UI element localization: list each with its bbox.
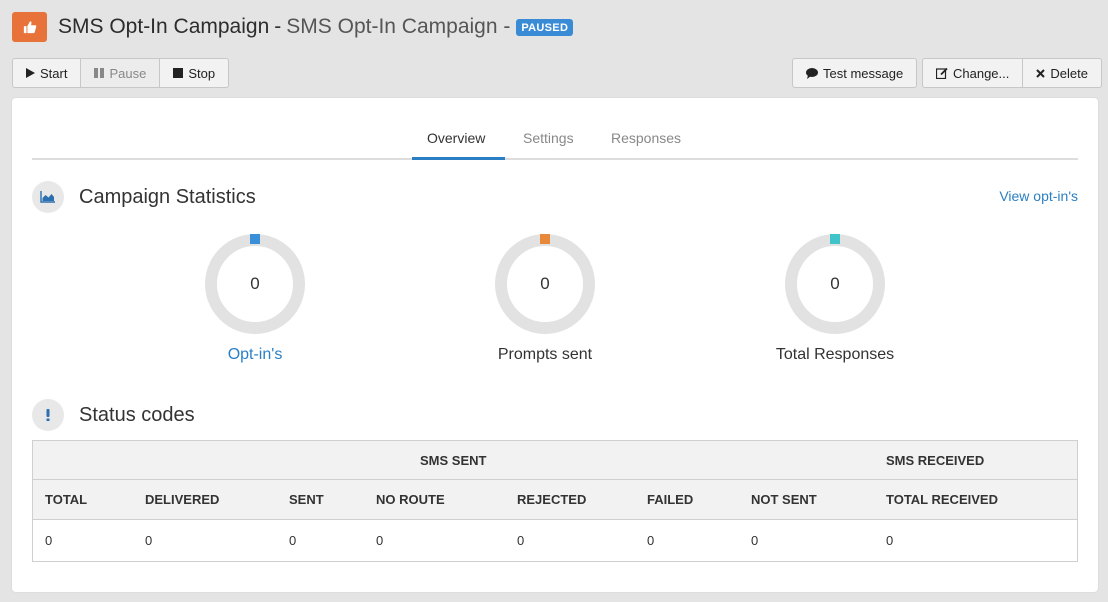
col-rejected: REJECTED xyxy=(517,492,587,507)
test-message-label: Test message xyxy=(823,65,904,81)
delete-button[interactable]: Delete xyxy=(1023,58,1102,88)
cell-no-route: 0 xyxy=(376,533,384,548)
cell-not-sent: 0 xyxy=(751,533,759,548)
tab-responses[interactable]: Responses xyxy=(611,130,681,146)
col-delivered: DELIVERED xyxy=(145,492,220,507)
pause-button[interactable]: Pause xyxy=(81,58,161,88)
responses-value: 0 xyxy=(830,274,840,293)
prompts-label: Prompts sent xyxy=(497,346,593,363)
page-header: SMS Opt-In Campaign - SMS Opt-In Campaig… xyxy=(12,12,574,42)
tab-settings[interactable]: Settings xyxy=(523,130,574,146)
table-group-header: SMS SENT SMS RECEIVED xyxy=(33,441,1077,480)
optins-label[interactable]: Opt-in's xyxy=(155,346,355,364)
campaign-logo xyxy=(12,12,47,42)
pause-icon xyxy=(94,68,105,78)
test-message-group: Test message xyxy=(792,58,918,88)
campaign-subtitle: SMS Opt-In Campaign - xyxy=(286,15,511,38)
cell-total: 0 xyxy=(45,533,53,548)
optins-donut: 0 xyxy=(205,234,305,334)
campaign-edit-group: Change... Delete xyxy=(922,58,1102,88)
table-header-row: TOTAL DELIVERED SENT NO ROUTE REJECTED F… xyxy=(33,480,1077,520)
prompts-value: 0 xyxy=(540,274,550,293)
group-sms-sent: SMS SENT xyxy=(420,452,487,468)
page-title: SMS Opt-In Campaign - SMS Opt-In Campaig… xyxy=(58,15,574,39)
campaign-statistics-title: Campaign Statistics xyxy=(79,185,256,208)
campaign-control-group: Start Pause Stop xyxy=(12,58,230,88)
cell-sent: 0 xyxy=(289,533,297,548)
col-total-received: TOTAL RECEIVED xyxy=(886,492,998,507)
col-failed: FAILED xyxy=(647,492,694,507)
prompts-donut: 0 xyxy=(495,234,595,334)
campaign-name: SMS Opt-In Campaign xyxy=(58,15,270,38)
status-codes-table: SMS SENT SMS RECEIVED TOTAL DELIVERED SE… xyxy=(32,440,1078,562)
area-chart-icon xyxy=(32,181,64,213)
start-button[interactable]: Start xyxy=(12,58,82,88)
stat-total-responses: 0 Total Responses xyxy=(735,234,935,364)
exclamation-icon xyxy=(32,399,64,431)
cell-failed: 0 xyxy=(647,533,655,548)
optins-value: 0 xyxy=(250,274,260,293)
title-separator: - xyxy=(274,15,282,38)
close-icon xyxy=(1036,68,1046,78)
group-sms-received: SMS RECEIVED xyxy=(886,452,985,468)
edit-icon xyxy=(936,67,948,79)
change-button[interactable]: Change... xyxy=(922,58,1024,88)
tab-bar: Overview Settings Responses xyxy=(32,120,1078,160)
comment-icon xyxy=(806,67,818,79)
campaign-card: Overview Settings Responses Campaign Sta… xyxy=(12,98,1098,592)
cell-delivered: 0 xyxy=(145,533,153,548)
play-icon xyxy=(26,68,35,78)
status-badge: PAUSED xyxy=(516,18,574,36)
status-codes-header: Status codes xyxy=(32,399,195,431)
stat-optins: 0 Opt-in's xyxy=(155,234,355,364)
campaign-statistics-header: Campaign Statistics xyxy=(32,181,256,213)
col-total: TOTAL xyxy=(45,492,88,507)
cell-total-received: 0 xyxy=(886,533,894,548)
active-tab-indicator xyxy=(412,157,505,160)
stop-label: Stop xyxy=(188,65,216,81)
responses-label: Total Responses xyxy=(775,346,895,363)
change-label: Change... xyxy=(953,65,1010,81)
col-sent: SENT xyxy=(289,492,324,507)
stat-prompts-sent: 0 Prompts sent xyxy=(445,234,645,364)
col-not-sent: NOT SENT xyxy=(751,492,817,507)
stop-icon xyxy=(173,68,184,78)
stop-button[interactable]: Stop xyxy=(160,58,230,88)
col-no-route: NO ROUTE xyxy=(376,492,445,507)
test-message-button[interactable]: Test message xyxy=(792,58,918,88)
delete-label: Delete xyxy=(1050,65,1088,81)
view-optins-link[interactable]: View opt-in's xyxy=(999,188,1078,204)
cell-rejected: 0 xyxy=(517,533,525,548)
start-label: Start xyxy=(40,65,68,81)
tab-overview[interactable]: Overview xyxy=(427,130,485,146)
thumbs-up-icon xyxy=(23,21,36,34)
status-codes-title: Status codes xyxy=(79,403,195,426)
pause-label: Pause xyxy=(109,65,147,81)
responses-donut: 0 xyxy=(785,234,885,334)
table-row: 0 0 0 0 0 0 0 0 xyxy=(33,520,1077,561)
